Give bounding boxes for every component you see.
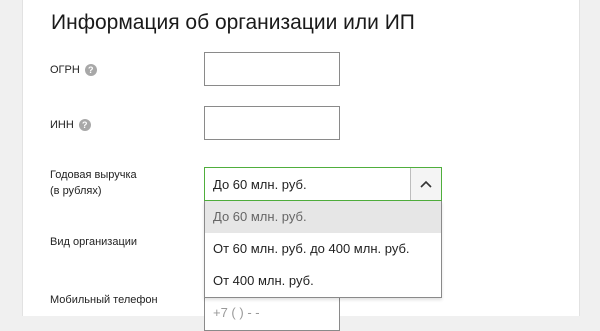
- org-type-label-row: Вид организации: [50, 234, 137, 250]
- revenue-dropdown-list: До 60 млн. руб. От 60 млн. руб. до 400 м…: [204, 201, 442, 298]
- org-type-label: Вид организации: [50, 236, 138, 248]
- revenue-option[interactable]: От 60 млн. руб. до 400 млн. руб.: [205, 233, 441, 265]
- inn-label: ИНН: [50, 119, 74, 131]
- revenue-select-toggle[interactable]: [410, 168, 441, 200]
- chevron-up-icon: [420, 180, 432, 188]
- ogrn-label: ОГРН: [50, 64, 80, 76]
- help-icon[interactable]: ?: [78, 119, 91, 131]
- phone-label-row: Мобильный телефон: [50, 292, 158, 308]
- ogrn-label-row: ОГРН ?: [50, 62, 97, 78]
- organization-info-card: Информация об организации или ИП ОГРН ? …: [22, 0, 580, 331]
- revenue-label-line2: (в рублях): [50, 185, 102, 197]
- revenue-option[interactable]: До 60 млн. руб.: [205, 201, 441, 233]
- phone-input[interactable]: +7 ( ) - -: [204, 297, 340, 331]
- help-icon[interactable]: ?: [84, 64, 97, 76]
- revenue-option[interactable]: От 400 млн. руб.: [205, 265, 441, 297]
- inn-label-row: ИНН ?: [50, 117, 91, 133]
- ogrn-input[interactable]: [204, 52, 340, 86]
- revenue-select[interactable]: До 60 млн. руб.: [204, 167, 442, 201]
- section-title: Информация об организации или ИП: [51, 11, 415, 34]
- revenue-label-line1: Годовая выручка: [50, 169, 137, 181]
- revenue-label: Годовая выручка (в рублях): [50, 167, 137, 199]
- inn-input[interactable]: [204, 106, 340, 140]
- phone-label: Мобильный телефон: [50, 294, 158, 306]
- revenue-selected-value: До 60 млн. руб.: [213, 176, 307, 192]
